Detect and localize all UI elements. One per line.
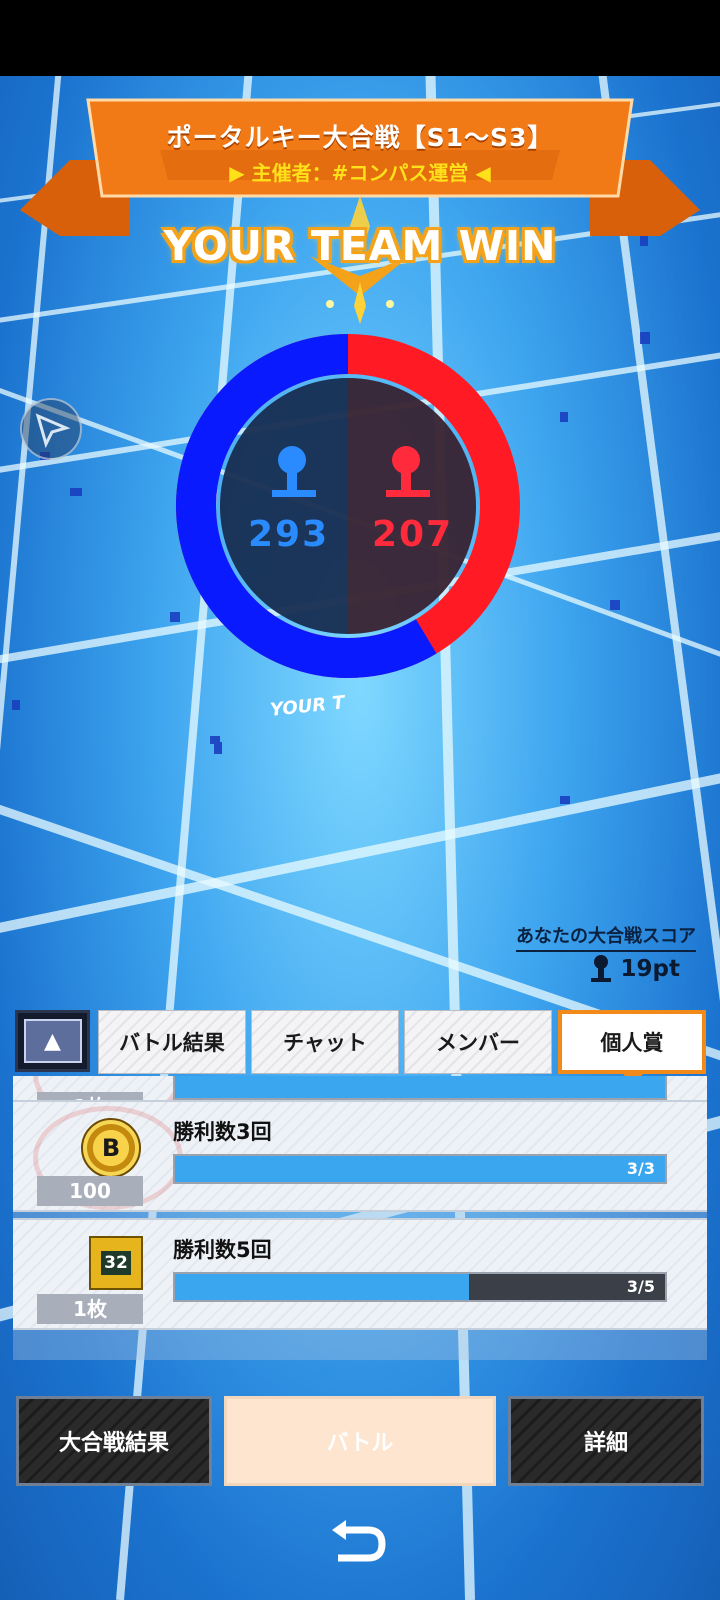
- status-bar: [0, 0, 720, 76]
- chevron-up-icon: ▲: [23, 1019, 82, 1063]
- event-title: ポータルキー大合戦【S1〜S3】: [166, 123, 554, 152]
- my-score-value: 19pt: [620, 956, 680, 982]
- reward-progress-bar: 3/5: [173, 1272, 667, 1302]
- result-headline: YOUR TEAM WIN: [163, 222, 557, 270]
- score-ring-chart: [176, 334, 520, 678]
- reward-list[interactable]: 1枚 B 100 勝利数3回 3/3 32 1枚 勝利数5回 3/5: [13, 1076, 707, 1360]
- navigation-icon[interactable]: [20, 398, 82, 460]
- tab-battle-result[interactable]: バトル結果: [98, 1010, 246, 1074]
- list-item: B 100 勝利数3回 3/3: [13, 1100, 707, 1212]
- battle-button[interactable]: バトル: [224, 1396, 496, 1486]
- blue-team-score: 293: [248, 514, 330, 555]
- event-organizer: ▶ 主催者：#コンパス運営 ◀: [229, 161, 491, 185]
- key-icon: [590, 955, 611, 982]
- sim-card-icon: 32: [89, 1236, 143, 1290]
- reward-title: 勝利数3回: [173, 1120, 272, 1144]
- red-team-score: 207: [372, 514, 454, 555]
- reward-progress-text: 3/3: [626, 1159, 655, 1178]
- reward-title: 勝利数5回: [173, 1238, 272, 1262]
- my-score-label: あなたの大合戦スコア: [516, 922, 696, 952]
- reward-progress-bar: [173, 1076, 667, 1100]
- reward-progress-fill: [175, 1274, 469, 1300]
- war-result-button[interactable]: 大合戦結果: [16, 1396, 212, 1486]
- reward-progress-fill: [175, 1156, 665, 1182]
- tab-members[interactable]: メンバー: [404, 1010, 552, 1074]
- collapse-button[interactable]: ▲: [15, 1010, 90, 1072]
- reward-progress-bar: 3/3: [173, 1154, 667, 1184]
- reward-quantity: 100: [37, 1176, 143, 1206]
- reward-progress-text: 3/5: [626, 1277, 655, 1296]
- list-item: 32 1枚 勝利数5回 3/5: [13, 1218, 707, 1330]
- coin-icon: B: [81, 1118, 141, 1178]
- back-arrow-icon[interactable]: [330, 1518, 390, 1564]
- tab-personal-award[interactable]: 個人賞: [558, 1010, 706, 1074]
- sim-card-label: 32: [101, 1251, 131, 1275]
- reward-quantity: 1枚: [37, 1294, 143, 1324]
- reward-progress-fill: [175, 1076, 665, 1098]
- my-score: 19pt: [589, 954, 680, 984]
- tab-chat[interactable]: チャット: [251, 1010, 399, 1074]
- detail-button[interactable]: 詳細: [508, 1396, 704, 1486]
